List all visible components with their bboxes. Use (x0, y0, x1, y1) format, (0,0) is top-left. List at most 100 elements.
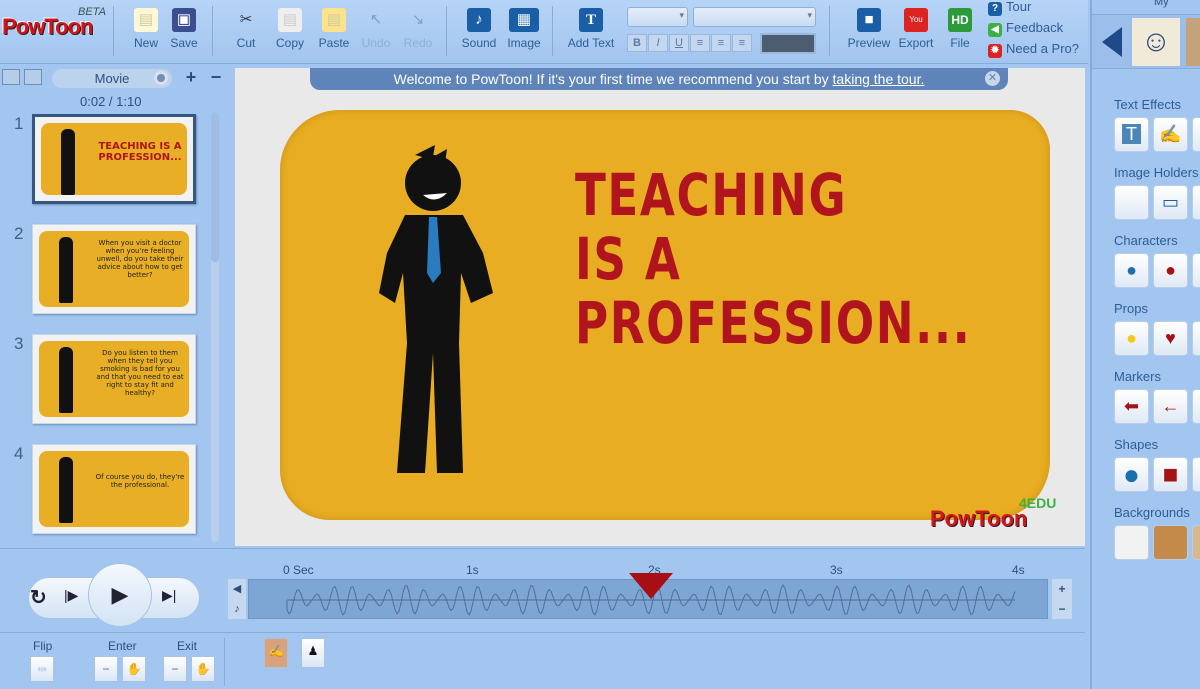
circle-shape-tile[interactable]: ● (1114, 457, 1149, 492)
copy-button[interactable]: ▤ Copy (268, 8, 312, 50)
slide-thumb-4[interactable]: Of course you do, they're the profession… (32, 444, 196, 534)
add-slide-button[interactable]: + (180, 67, 202, 89)
character-style-business[interactable] (1186, 18, 1200, 66)
lightbulb-tile[interactable]: ● (1114, 321, 1149, 356)
exit-none-button[interactable]: − (163, 656, 187, 682)
radio-icon (154, 71, 168, 85)
category-label: Characters (1114, 233, 1178, 248)
image-button[interactable]: ▦ Image (502, 8, 546, 50)
tile[interactable] (1192, 185, 1200, 220)
text-effect-tile[interactable]: T (1114, 117, 1149, 152)
exit-label: Exit (177, 639, 198, 653)
cut-button[interactable]: ✂ Cut (224, 8, 268, 50)
hand-icon: ✋ (195, 662, 211, 676)
category-label: Markers (1114, 369, 1161, 384)
undo-button[interactable]: ↖ Undo (354, 8, 398, 50)
category-label: Backgrounds (1114, 505, 1190, 520)
flip-icon: ⇹ (36, 662, 48, 676)
tile[interactable] (1192, 253, 1200, 288)
font-family-select[interactable]: ▾ (693, 7, 816, 27)
mode-select[interactable]: Movie (52, 69, 172, 88)
align-center-button[interactable]: ≡ (711, 34, 731, 52)
align-right-button[interactable]: ≡ (732, 34, 752, 52)
arrow-marker-tile[interactable]: ⬅ (1114, 389, 1149, 424)
play-button[interactable]: ▶ (88, 563, 152, 627)
character-tile-red[interactable]: ● (1153, 253, 1188, 288)
camera-icon: ■ (857, 8, 881, 32)
hand-element-button[interactable]: ✍ (264, 638, 288, 668)
tile[interactable] (1192, 389, 1200, 424)
time-readout: 0:02 / 1:10 (80, 94, 142, 109)
sound-button[interactable]: ♪ Sound (457, 8, 501, 50)
background-cork-tile[interactable] (1153, 525, 1188, 560)
add-text-button[interactable]: T Add Text (562, 8, 620, 50)
preview-button[interactable]: ■ Preview (845, 8, 893, 50)
slides-scrollbar[interactable] (211, 112, 219, 542)
zoom-controls[interactable]: + − (1052, 579, 1072, 619)
slides-panel: Movie + − 0:02 / 1:10 1 TEACHING IS A PR… (0, 64, 229, 546)
underline-button[interactable]: U (669, 34, 689, 52)
italic-button[interactable]: I (648, 34, 668, 52)
tile[interactable] (1192, 457, 1200, 492)
take-tour-link[interactable]: taking the tour. (833, 71, 925, 87)
square-shape-tile[interactable]: ■ (1153, 457, 1188, 492)
save-button[interactable]: ▣ Save (162, 8, 206, 50)
redo-button[interactable]: ↘ Redo (396, 8, 440, 50)
tick-label: 1s (466, 563, 479, 577)
view-list-icon[interactable] (2, 69, 20, 85)
character-tile-blue[interactable]: ● (1114, 253, 1149, 288)
slide-thumb-3[interactable]: Do you listen to them when they tell you… (32, 334, 196, 424)
character-element-button[interactable]: ♟ (301, 638, 325, 668)
file-button[interactable]: HD File (940, 8, 980, 50)
hand-write-tile[interactable]: ✍ (1153, 117, 1188, 152)
image-holder-tile[interactable] (1114, 185, 1149, 220)
character-figure (379, 145, 493, 473)
arrow-left-icon: ⬅ (1123, 396, 1140, 416)
category-label: Image Holders (1114, 165, 1199, 180)
flip-button[interactable]: ⇹ (30, 656, 54, 682)
step-play-icon[interactable]: |▶ (64, 587, 78, 604)
export-button[interactable]: You Export (893, 8, 939, 50)
circle-icon: ● (1123, 459, 1140, 490)
skip-end-icon[interactable]: ▶| (162, 587, 176, 604)
view-grid-icon[interactable] (24, 69, 42, 85)
tile[interactable] (1192, 117, 1200, 152)
paste-button[interactable]: ▤ Paste (312, 8, 356, 50)
slide-thumb-2[interactable]: When you visit a doctor when you're feel… (32, 224, 196, 314)
powtoon-watermark: PowToon (930, 506, 1028, 531)
need-pro-link[interactable]: ✹ Need a Pro? (988, 41, 1079, 58)
color-picker[interactable] (760, 33, 816, 54)
line-arrow-icon: ← (1161, 396, 1180, 416)
edu-badge: 4EDU (1019, 495, 1057, 511)
remove-slide-button[interactable]: − (205, 67, 227, 89)
tour-link[interactable]: ? Tour (988, 0, 1031, 16)
laptop-icon: ▭ (1161, 192, 1179, 212)
feedback-link[interactable]: ◀ Feedback (988, 20, 1063, 37)
close-icon[interactable]: ✕ (985, 71, 1000, 86)
prev-arrow-icon[interactable] (1102, 27, 1122, 57)
slide-number: 3 (14, 334, 24, 353)
playhead-marker[interactable] (629, 573, 673, 599)
slide-title: TEACHING IS A PROFESSION... (575, 161, 972, 357)
background-white-tile[interactable] (1114, 525, 1149, 560)
slide-canvas[interactable]: TEACHING IS A PROFESSION... PowToon 4EDU (235, 68, 1085, 546)
paste-icon: ▤ (322, 8, 346, 32)
heart-tile[interactable]: ♥ (1153, 321, 1188, 356)
audio-track-controls[interactable]: ◀ ♪ (228, 579, 246, 619)
align-left-button[interactable]: ≡ (690, 34, 710, 52)
tick-label: 4s (1012, 563, 1025, 577)
character-figure (59, 347, 73, 413)
bold-button[interactable]: B (627, 34, 647, 52)
laptop-holder-tile[interactable]: ▭ (1153, 185, 1188, 220)
background-tile[interactable] (1192, 525, 1200, 560)
exit-hand-button[interactable]: ✋ (191, 656, 215, 682)
zoom-out-icon: − (1058, 602, 1066, 616)
character-style-sketch[interactable]: ☺ (1132, 18, 1180, 66)
replay-icon[interactable]: ↻ (30, 585, 47, 610)
tile[interactable] (1192, 321, 1200, 356)
enter-hand-button[interactable]: ✋ (122, 656, 146, 682)
line-marker-tile[interactable]: ← (1153, 389, 1188, 424)
slide-thumb-1[interactable]: TEACHING IS A PROFESSION... (32, 114, 196, 204)
enter-none-button[interactable]: − (94, 656, 118, 682)
font-size-select[interactable]: ▾ (627, 7, 688, 27)
